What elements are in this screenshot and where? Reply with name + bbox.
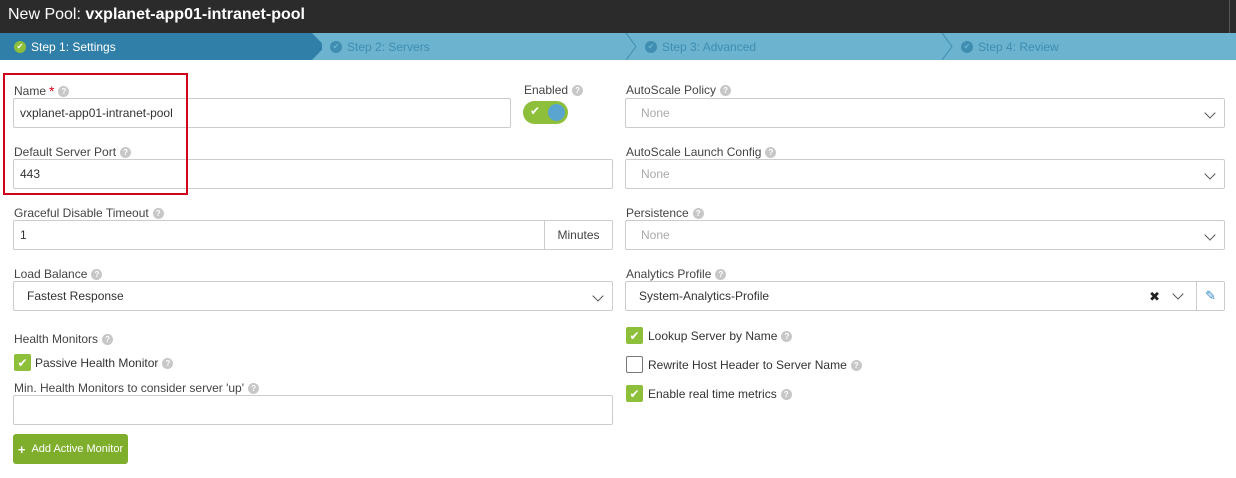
annotation-highlight-box [3,73,188,195]
check-circle-icon: ✔ [645,40,657,53]
lookup-server-label-text: Lookup Server by Name [648,329,778,343]
enabled-label-text: Enabled [524,83,569,97]
rewrite-host-label-text: Rewrite Host Header to Server Name [648,358,847,372]
autoscale-policy-value: None [641,106,670,120]
step-chevron-icon [941,33,953,60]
persistence-label: Persistence ? [626,206,704,220]
realtime-metrics-label: Enable real time metrics ? [648,387,792,401]
analytics-profile-select[interactable]: System-Analytics-Profile ✖ ✎ [625,281,1225,311]
help-icon[interactable]: ? [248,382,260,394]
tab-step-4-review[interactable]: ✔ Step 4: Review [961,33,1059,60]
load-balance-label-text: Load Balance [14,267,88,281]
load-balance-value: Fastest Response [27,289,124,303]
help-icon[interactable]: ? [765,146,777,158]
lookup-server-checkbox[interactable]: ✔ [626,327,643,344]
title-prefix: New Pool: [8,6,81,23]
help-icon[interactable]: ? [152,207,164,219]
autoscale-launch-label: AutoScale Launch Config ? [626,145,777,159]
title-bar: New Pool: vxplanet-app01-intranet-pool [0,0,1236,33]
minutes-addon: Minutes [544,221,612,249]
graceful-timeout-label: Graceful Disable Timeout ? [14,206,164,220]
lookup-server-label: Lookup Server by Name ? [648,329,793,343]
persistence-select[interactable]: None [625,220,1225,250]
persistence-label-text: Persistence [626,206,689,220]
realtime-metrics-checkbox[interactable]: ✔ [626,385,643,402]
load-balance-label: Load Balance ? [14,267,103,281]
chevron-down-icon [1172,288,1184,300]
edit-icon[interactable]: ✎ [1205,288,1216,304]
autoscale-launch-label-text: AutoScale Launch Config [626,145,762,159]
health-monitors-label-text: Health Monitors [14,332,99,346]
realtime-metrics-label-text: Enable real time metrics [648,387,777,401]
check-circle-icon: ✔ [961,40,973,53]
help-icon[interactable]: ? [91,268,103,280]
window-title: New Pool: vxplanet-app01-intranet-pool [8,6,305,24]
graceful-timeout-input[interactable]: 1 Minutes [13,220,613,250]
step-chevron-icon [306,33,325,60]
passive-health-label-text: Passive Health Monitor [35,356,159,370]
load-balance-select[interactable]: Fastest Response [13,281,613,311]
tab-step-3-advanced[interactable]: ✔ Step 3: Advanced [645,33,756,60]
add-active-monitor-label: Add Active Monitor [31,443,124,455]
help-icon[interactable]: ? [102,333,114,345]
analytics-profile-value: System-Analytics-Profile [639,289,770,303]
rewrite-host-checkbox[interactable] [626,356,643,373]
min-health-label: Min. Health Monitors to consider server … [14,381,260,395]
add-active-monitor-button[interactable]: + Add Active Monitor [13,434,128,464]
autoscale-launch-select[interactable]: None [625,159,1225,189]
help-icon[interactable]: ? [850,359,862,371]
title-pool-name: vxplanet-app01-intranet-pool [85,6,305,23]
chevron-down-icon [1204,229,1216,241]
autoscale-policy-label: AutoScale Policy ? [626,83,732,97]
passive-health-label: Passive Health Monitor ? [35,356,174,370]
step-label: Step 3: Advanced [662,39,757,54]
minutes-unit: Minutes [557,228,600,242]
step-label: Step 2: Servers [347,39,430,54]
help-icon[interactable]: ? [715,268,727,280]
step-label: Step 4: Review [978,39,1059,54]
graceful-timeout-label-text: Graceful Disable Timeout [14,206,149,220]
persistence-value: None [641,228,670,242]
check-circle-icon: ✔ [14,40,26,53]
check-circle-icon: ✔ [330,40,342,53]
help-icon[interactable]: ? [572,84,584,96]
chevron-down-icon [1204,168,1216,180]
plus-icon: + [17,441,26,457]
autoscale-launch-value: None [641,167,670,181]
toggle-knob [548,104,565,121]
help-icon[interactable]: ? [162,357,174,369]
health-monitors-label: Health Monitors ? [14,332,114,346]
passive-health-checkbox[interactable]: ✔ [14,354,31,371]
min-health-input[interactable] [13,395,613,425]
check-icon: ✔ [530,104,541,118]
analytics-profile-label-text: Analytics Profile [626,267,712,281]
chevron-down-icon [1204,107,1216,119]
title-edge [1229,0,1230,33]
autoscale-policy-label-text: AutoScale Policy [626,83,717,97]
chevron-down-icon [592,290,604,302]
wizard-steps: ✔ Step 1: Settings ✔ Step 2: Servers ✔ S… [0,33,1236,60]
help-icon[interactable]: ? [780,388,792,400]
help-icon[interactable]: ? [692,207,704,219]
enabled-label: Enabled ? [524,83,584,97]
help-icon[interactable]: ? [720,84,732,96]
graceful-timeout-value: 1 [20,228,27,242]
step-chevron-icon [625,33,637,60]
analytics-profile-label: Analytics Profile ? [626,267,727,281]
min-health-label-text: Min. Health Monitors to consider server … [14,381,245,395]
step-label: Step 1: Settings [31,39,116,54]
divider [1196,282,1197,310]
tab-step-1-settings[interactable]: ✔ Step 1: Settings [14,33,116,60]
rewrite-host-label: Rewrite Host Header to Server Name ? [648,358,862,372]
clear-icon[interactable]: ✖ [1149,289,1160,305]
autoscale-policy-select[interactable]: None [625,98,1225,128]
tab-step-2-servers[interactable]: ✔ Step 2: Servers [330,33,430,60]
enabled-toggle[interactable]: ✔ [523,101,568,124]
help-icon[interactable]: ? [781,330,793,342]
